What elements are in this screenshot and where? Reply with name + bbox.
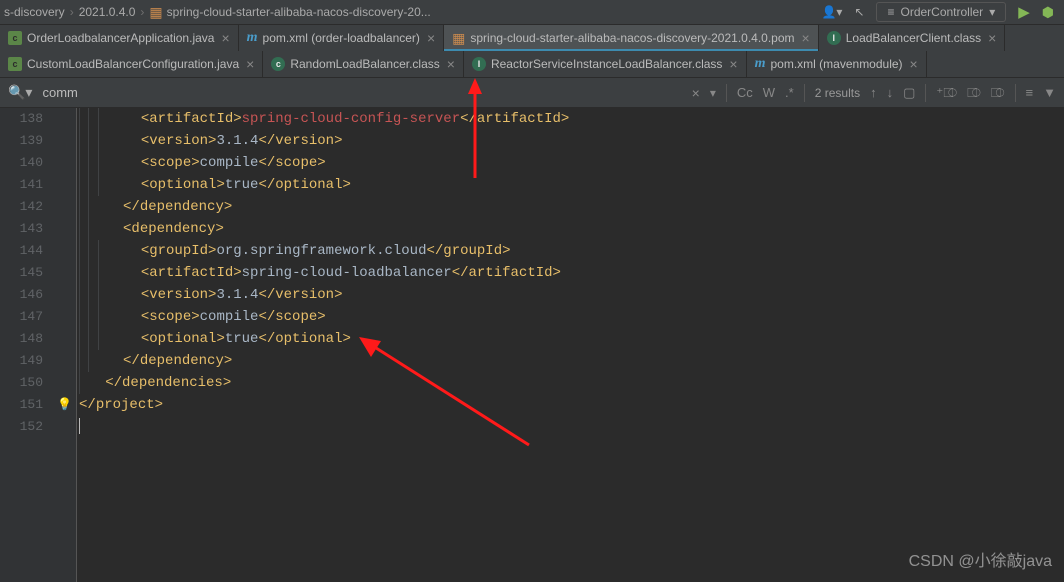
- fold-margin: 💡: [55, 108, 77, 582]
- breadcrumb: s-discovery› 2021.0.4.0› ▦spring-cloud-s…: [0, 4, 821, 21]
- code-area[interactable]: <artifactId>spring-cloud-config-server</…: [77, 108, 1064, 582]
- class-icon: c: [271, 57, 285, 71]
- tab-pom-order[interactable]: mpom.xml (order-loadbalancer)×: [239, 25, 444, 51]
- class-icon: I: [827, 31, 841, 45]
- close-icon[interactable]: ×: [988, 30, 996, 46]
- tab-orderloadbalancer[interactable]: cOrderLoadbalancerApplication.java×: [0, 25, 239, 51]
- clear-icon[interactable]: ×: [692, 85, 700, 101]
- tab-pom-maven[interactable]: mpom.xml (mavenmodule)×: [747, 51, 927, 77]
- select-all-icon[interactable]: ▢: [903, 85, 915, 101]
- run-config-icon: ≡: [887, 5, 894, 19]
- top-toolbar: s-discovery› 2021.0.4.0› ▦spring-cloud-s…: [0, 0, 1064, 25]
- run-icon[interactable]: ▶: [1018, 3, 1030, 21]
- select-occurrence-icon[interactable]: ⎄: [967, 85, 981, 101]
- back-icon[interactable]: ↖: [854, 5, 864, 19]
- bulb-icon[interactable]: 💡: [57, 397, 72, 411]
- breadcrumb-item[interactable]: 2021.0.4.0: [79, 5, 136, 19]
- breadcrumb-item[interactable]: s-discovery: [4, 5, 65, 19]
- debug-icon[interactable]: ⬢: [1042, 4, 1054, 21]
- tab-customlb[interactable]: cCustomLoadBalancerConfiguration.java×: [0, 51, 263, 77]
- find-input[interactable]: [42, 85, 342, 100]
- toggle-selection-icon[interactable]: ⎄: [991, 85, 1005, 101]
- toolbar-right: 👤▾ ↖ ≡OrderController▾ ▶ ⬢: [821, 2, 1064, 22]
- whole-word-icon[interactable]: W: [763, 85, 775, 100]
- close-icon[interactable]: ×: [910, 56, 918, 72]
- find-bar: 🔍▾ × ▾ Cc W .* 2 results ↑ ↓ ▢ ⁺⎄ ⎄ ⎄ ≡ …: [0, 78, 1064, 108]
- java-icon: c: [8, 31, 22, 45]
- maven-icon: m: [247, 30, 258, 46]
- watermark: CSDN @小徐敲java: [909, 547, 1052, 571]
- close-icon[interactable]: ×: [427, 30, 435, 46]
- java-icon: c: [8, 57, 22, 71]
- user-icon[interactable]: 👤▾: [821, 5, 842, 19]
- breadcrumb-item[interactable]: ▦spring-cloud-starter-alibaba-nacos-disc…: [149, 4, 430, 21]
- settings-icon[interactable]: ≡: [1026, 85, 1034, 100]
- pom-icon: ▦: [149, 4, 162, 21]
- class-icon: I: [472, 57, 486, 71]
- prev-icon[interactable]: ↑: [870, 85, 877, 100]
- tab-reactorlb[interactable]: IReactorServiceInstanceLoadBalancer.clas…: [464, 51, 747, 77]
- search-icon: 🔍▾: [8, 84, 32, 101]
- close-icon[interactable]: ×: [246, 56, 254, 72]
- close-icon[interactable]: ×: [729, 56, 737, 72]
- close-icon[interactable]: ×: [802, 30, 810, 46]
- match-case-icon[interactable]: Cc: [737, 85, 753, 100]
- pin-icon[interactable]: ▾: [710, 86, 716, 100]
- maven-icon: m: [755, 56, 766, 72]
- pom-icon: ▦: [452, 30, 465, 47]
- tab-nacos-pom[interactable]: ▦spring-cloud-starter-alibaba-nacos-disc…: [444, 25, 819, 51]
- filter-icon[interactable]: ▼: [1043, 85, 1056, 100]
- add-selection-icon[interactable]: ⁺⎄: [936, 85, 957, 101]
- next-icon[interactable]: ↓: [887, 85, 894, 100]
- run-configuration[interactable]: ≡OrderController▾: [876, 2, 1006, 22]
- line-gutter: 138139140141 142 143 144145146147148 149…: [0, 108, 55, 582]
- results-count: 2 results: [815, 86, 860, 100]
- close-icon[interactable]: ×: [447, 56, 455, 72]
- tab-randomlb[interactable]: cRandomLoadBalancer.class×: [263, 51, 464, 77]
- close-icon[interactable]: ×: [221, 30, 229, 46]
- editor-tabs: cOrderLoadbalancerApplication.java× mpom…: [0, 25, 1064, 78]
- code-editor[interactable]: 138139140141 142 143 144145146147148 149…: [0, 108, 1064, 582]
- regex-icon[interactable]: .*: [785, 85, 794, 100]
- tab-loadbalancerclient[interactable]: ILoadBalancerClient.class×: [819, 25, 1006, 51]
